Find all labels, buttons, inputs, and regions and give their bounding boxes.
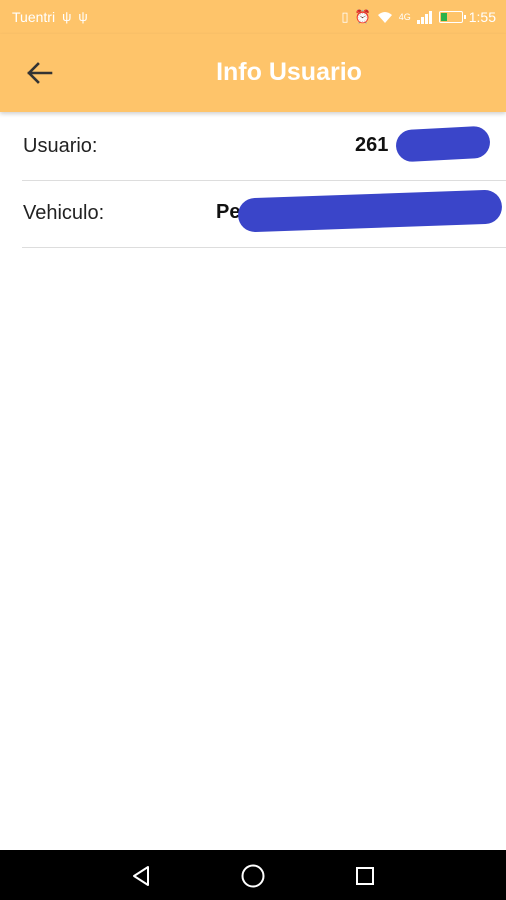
battery-icon	[438, 11, 466, 23]
redaction-mark	[395, 125, 491, 163]
usuario-label: Usuario:	[23, 135, 98, 157]
triangle-back-icon	[133, 866, 149, 886]
info-row-usuario: Usuario: 261	[22, 114, 506, 181]
vehiculo-label: Vehiculo:	[23, 202, 105, 224]
app-bar: Info Usuario	[0, 34, 506, 112]
wifi-icon	[377, 12, 392, 23]
clock: 1:55	[468, 9, 496, 25]
navigation-bar	[0, 850, 506, 900]
page-title: Info Usuario	[216, 58, 362, 86]
signal-icon	[416, 11, 432, 24]
user-info-list: Usuario: 261 Vehiculo: Pe	[0, 114, 506, 248]
carrier-label: Tuentri	[12, 9, 56, 25]
circle-home-icon	[241, 864, 265, 888]
alarm-icon: ⏰	[354, 9, 371, 24]
square-recents-icon	[356, 867, 374, 885]
nav-back-button[interactable]	[127, 862, 155, 890]
usb-icon: ψ	[62, 9, 72, 24]
vibrate-icon: ▯	[341, 9, 349, 24]
nav-home-button[interactable]	[239, 862, 267, 890]
vehiculo-value: Pe	[216, 201, 241, 223]
info-row-vehiculo: Vehiculo: Pe	[22, 181, 506, 248]
battery-level	[440, 13, 448, 21]
status-bar: Tuentri ψ ψ ▯ ⏰ 4G 1:55	[0, 0, 506, 34]
usuario-value: 261	[355, 134, 389, 156]
nav-recents-button[interactable]	[351, 862, 379, 890]
redaction-mark	[237, 189, 503, 233]
status-right: ▯ ⏰ 4G 1:55	[341, 9, 496, 25]
usb-icon-2: ψ	[78, 9, 88, 24]
status-left: Tuentri ψ ψ	[12, 9, 88, 25]
network-type: 4G	[398, 12, 411, 22]
